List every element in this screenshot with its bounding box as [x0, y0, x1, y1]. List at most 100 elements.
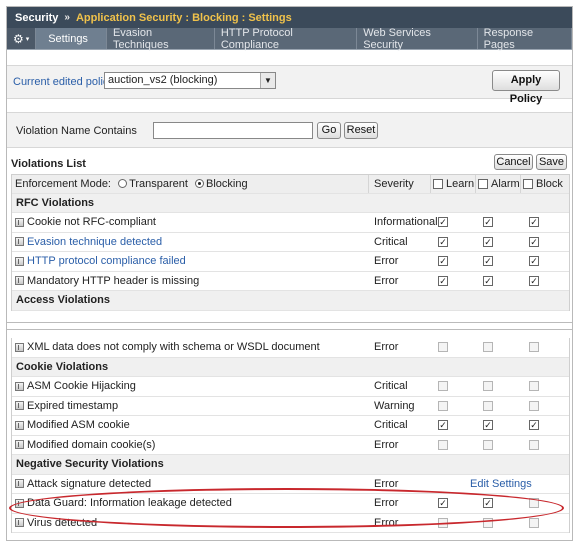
block-checkbox[interactable]: ✓ [529, 236, 539, 247]
violation-name: Cookie not RFC-compliant [27, 216, 156, 229]
alarm-checkbox[interactable]: ✓ [483, 498, 493, 508]
info-icon[interactable] [15, 518, 24, 528]
info-icon[interactable] [15, 401, 24, 411]
transparent-radio[interactable] [118, 178, 128, 188]
severity-value: Warning [374, 399, 415, 412]
reset-button[interactable]: Reset [344, 122, 378, 139]
alarm-all-checkbox[interactable] [478, 178, 488, 189]
learn-checkbox[interactable]: ✓ [438, 420, 448, 430]
policy-label: Current edited policy [13, 76, 114, 88]
info-icon[interactable] [15, 498, 24, 508]
violation-name-cell: Cookie not RFC-compliant [15, 216, 156, 228]
severity-value: Error [374, 255, 399, 268]
alarm-checkbox[interactable] [483, 342, 493, 352]
violation-name: Mandatory HTTP header is missing [27, 274, 200, 287]
info-icon[interactable] [15, 342, 24, 352]
blocking-radio[interactable] [195, 178, 205, 188]
alarm-checkbox[interactable]: ✓ [483, 420, 493, 430]
violation-row-evasion-technique-detected: Evasion technique detected Critical ✓ ✓ ✓ [12, 233, 569, 252]
info-icon[interactable] [15, 217, 24, 227]
tab-evasion-techniques[interactable]: Evasion Techniques [107, 27, 215, 51]
learn-checkbox[interactable]: ✓ [438, 498, 448, 508]
learn-checkbox[interactable]: ✓ [438, 275, 448, 286]
breadcrumb: Security » Application Security : Blocki… [7, 7, 572, 28]
section-title: Access Violations [16, 294, 110, 307]
violation-link[interactable]: Evasion technique detected [27, 236, 162, 248]
severity-value: Error [374, 438, 399, 451]
learn-checkbox[interactable]: ✓ [438, 236, 448, 247]
learn-all-checkbox[interactable] [433, 178, 443, 189]
apply-policy-button[interactable]: Apply Policy [492, 70, 560, 105]
severity-value: Critical [374, 419, 408, 432]
violation-name-cell: Attack signature detected [15, 478, 151, 490]
alarm-checkbox[interactable] [483, 400, 493, 411]
violation-name: Data Guard: Information leakage detected [27, 497, 232, 510]
violation-row-data-guard-information-leakage-detected: Data Guard: Information leakage detected… [12, 494, 569, 514]
block-checkbox[interactable]: ✓ [529, 217, 539, 227]
info-icon[interactable] [15, 440, 24, 450]
violation-link[interactable]: HTTP protocol compliance failed [27, 255, 186, 267]
violation-filter-input[interactable] [153, 122, 313, 139]
block-checkbox[interactable]: ✓ [529, 275, 539, 286]
tab-http-protocol-compliance[interactable]: HTTP Protocol Compliance [215, 27, 358, 51]
learn-checkbox[interactable] [438, 517, 448, 528]
chevron-down-icon[interactable]: ▼ [260, 73, 275, 88]
breadcrumb-root[interactable]: Security [15, 12, 58, 24]
section-title: Negative Security Violations [16, 458, 164, 471]
alarm-checkbox[interactable] [483, 381, 493, 391]
alarm-checkbox[interactable]: ✓ [483, 236, 493, 247]
edit-settings-link[interactable]: Edit Settings [470, 478, 532, 490]
section-title: Cookie Violations [16, 360, 109, 373]
severity-value: Error [374, 516, 399, 529]
info-icon[interactable] [15, 479, 24, 489]
section-row-cookie-violations: Cookie Violations [12, 357, 569, 377]
block-checkbox[interactable] [529, 439, 539, 450]
learn-checkbox[interactable] [438, 439, 448, 450]
cancel-button[interactable]: Cancel [494, 154, 533, 170]
section-row-rfc-violations: RFC Violations [12, 193, 569, 213]
section-row-access-violations: Access Violations [12, 291, 569, 311]
learn-checkbox[interactable] [438, 381, 448, 391]
tab-response-pages[interactable]: Response Pages [478, 27, 572, 51]
go-button[interactable]: Go [317, 122, 341, 139]
alarm-column-header[interactable]: Alarm [478, 178, 520, 190]
info-icon[interactable] [15, 420, 24, 430]
tab-bar: ⚙ ▾ Settings Evasion Techniques HTTP Prot… [7, 27, 572, 51]
info-icon[interactable] [15, 276, 24, 286]
block-checkbox[interactable]: ✓ [529, 420, 539, 430]
violation-name-cell: Mandatory HTTP header is missing [15, 275, 199, 287]
save-button[interactable]: Save [536, 154, 567, 170]
alarm-checkbox[interactable]: ✓ [483, 275, 493, 286]
learn-checkbox[interactable]: ✓ [438, 256, 448, 266]
learn-column-header[interactable]: Learn [433, 178, 474, 190]
violations-table-top: Enforcement Mode: Transparent Blocking S… [11, 174, 570, 311]
alarm-checkbox[interactable] [483, 517, 493, 528]
enforcement-mode-label: Enforcement Mode: [15, 177, 111, 190]
alarm-checkbox[interactable]: ✓ [483, 256, 493, 266]
block-checkbox[interactable] [529, 498, 539, 508]
block-checkbox[interactable] [529, 517, 539, 528]
block-checkbox[interactable]: ✓ [529, 256, 539, 266]
tab-settings[interactable]: Settings [36, 28, 107, 49]
block-column-header[interactable]: Block [523, 178, 563, 190]
tab-web-services-security[interactable]: Web Services Security [357, 27, 478, 51]
learn-checkbox[interactable]: ✓ [438, 217, 448, 227]
gear-menu-icon[interactable]: ⚙ ▾ [7, 28, 37, 49]
violation-name: Virus detected [27, 516, 98, 529]
block-checkbox[interactable] [529, 400, 539, 411]
learn-checkbox[interactable] [438, 400, 448, 411]
violation-row-mandatory-http-header-is-missing: Mandatory HTTP header is missing Error ✓ ✓ ✓ [12, 272, 569, 291]
violation-name-cell: Modified domain cookie(s) [15, 439, 155, 451]
info-icon[interactable] [15, 237, 24, 247]
block-checkbox[interactable] [529, 381, 539, 391]
block-checkbox[interactable] [529, 342, 539, 352]
policy-select[interactable]: auction_vs2 (blocking) ▼ [104, 72, 276, 89]
alarm-checkbox[interactable]: ✓ [483, 217, 493, 227]
block-all-checkbox[interactable] [523, 178, 533, 189]
info-icon[interactable] [15, 381, 24, 391]
alarm-checkbox[interactable] [483, 439, 493, 450]
info-icon[interactable] [15, 256, 24, 266]
alarm-column-label: Alarm [491, 177, 520, 190]
severity-value: Error [374, 497, 399, 510]
learn-checkbox[interactable] [438, 342, 448, 352]
